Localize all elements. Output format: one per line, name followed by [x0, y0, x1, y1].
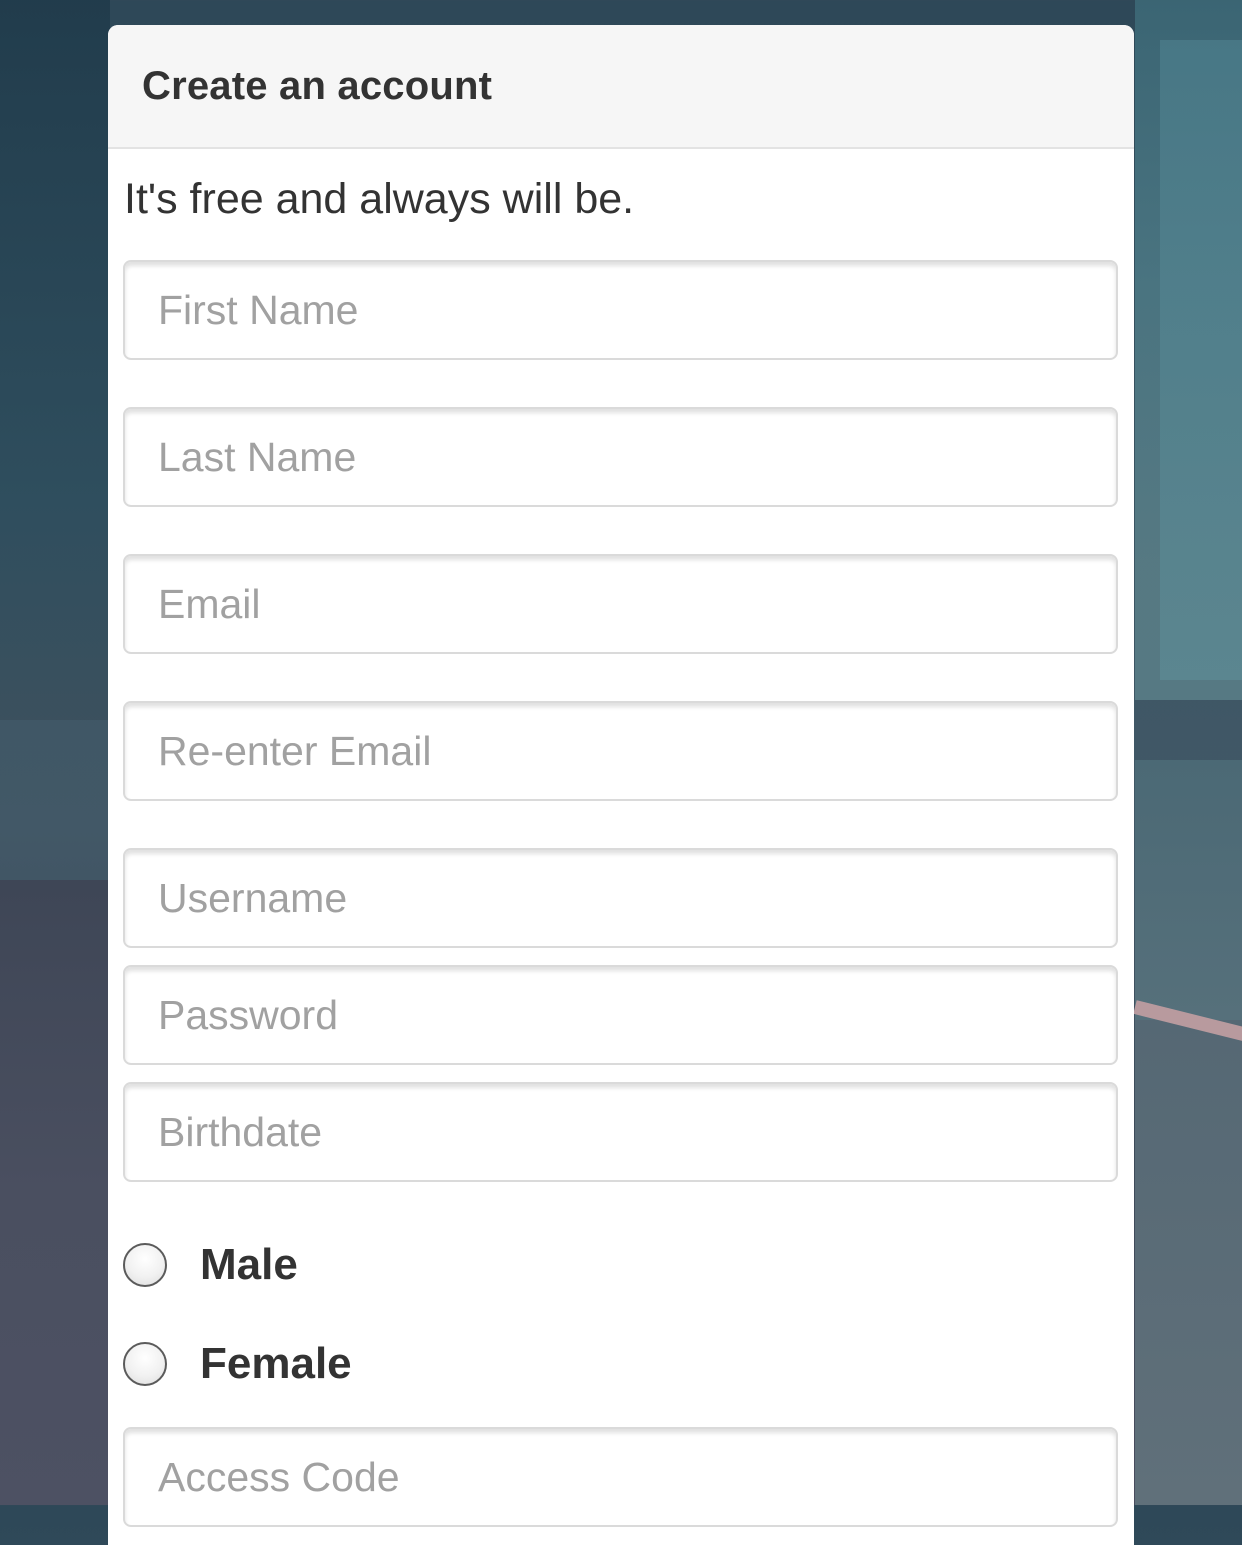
email-input[interactable]	[158, 580, 1116, 628]
last-name-input[interactable]	[158, 433, 1116, 481]
background-building-left	[0, 0, 110, 720]
access-code-field-container[interactable]	[123, 1427, 1118, 1527]
password-input[interactable]	[158, 991, 1116, 1039]
gender-option-male[interactable]: Male	[123, 1240, 298, 1290]
first-name-field-container[interactable]	[123, 260, 1118, 360]
reenter-email-field-container[interactable]	[123, 701, 1118, 801]
username-input[interactable]	[158, 874, 1116, 922]
email-field-container[interactable]	[123, 554, 1118, 654]
background-deck	[1135, 1020, 1242, 1505]
birthdate-input[interactable]	[158, 1108, 1116, 1156]
gender-option-female[interactable]: Female	[123, 1339, 352, 1389]
female-radio-label[interactable]: Female	[200, 1339, 352, 1389]
tagline: It's free and always will be.	[124, 175, 635, 223]
male-radio-button[interactable]	[123, 1243, 167, 1287]
background-pier	[0, 880, 110, 1505]
reenter-email-input[interactable]	[158, 727, 1116, 775]
background-tower-right	[1160, 40, 1242, 680]
first-name-input[interactable]	[158, 286, 1116, 334]
card-header: Create an account	[108, 25, 1134, 149]
birthdate-field-container[interactable]	[123, 1082, 1118, 1182]
last-name-field-container[interactable]	[123, 407, 1118, 507]
page-title: Create an account	[142, 63, 493, 108]
signup-card: Create an account It's free and always w…	[108, 25, 1134, 1545]
background-water	[1135, 760, 1242, 1020]
male-radio-label[interactable]: Male	[200, 1240, 298, 1290]
username-field-container[interactable]	[123, 848, 1118, 948]
password-field-container[interactable]	[123, 965, 1118, 1065]
female-radio-button[interactable]	[123, 1342, 167, 1386]
access-code-input[interactable]	[158, 1453, 1116, 1501]
